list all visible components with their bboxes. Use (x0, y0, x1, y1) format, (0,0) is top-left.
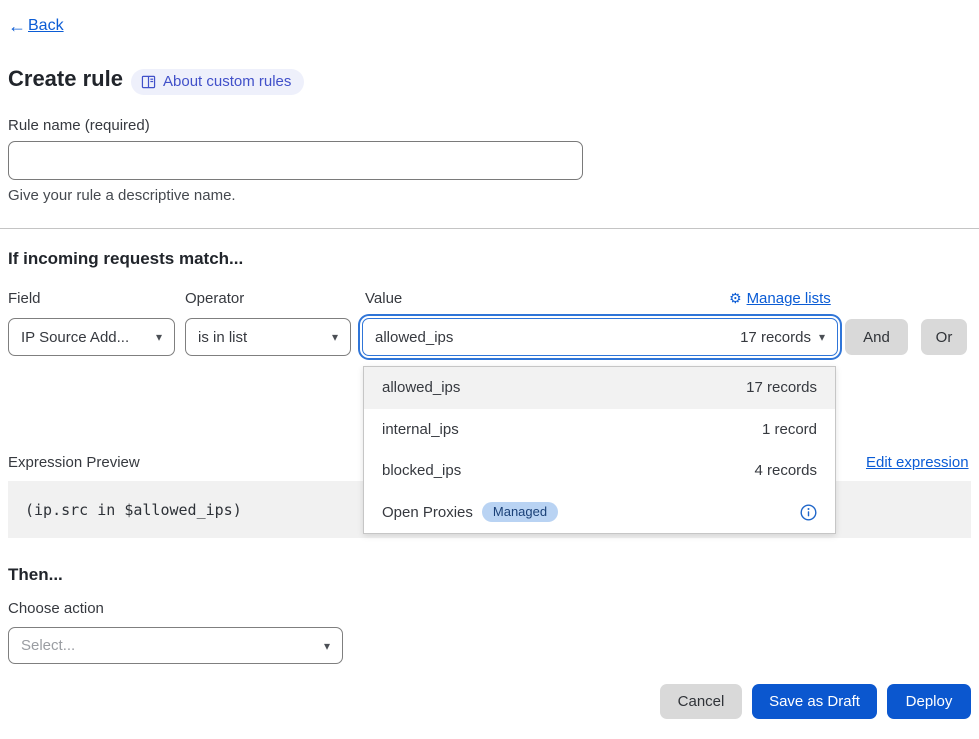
chevron-down-icon: ▾ (324, 639, 330, 653)
value-select-value: allowed_ips (375, 329, 453, 346)
deploy-button[interactable]: Deploy (887, 684, 971, 719)
list-item-open-proxies[interactable]: Open Proxies Managed (364, 492, 835, 534)
list-item-name: blocked_ips (382, 462, 461, 479)
section-divider (0, 228, 979, 229)
rule-name-input[interactable] (8, 141, 583, 180)
or-button[interactable]: Or (921, 319, 967, 355)
operator-label: Operator (185, 290, 244, 307)
list-item-blocked-ips[interactable]: blocked_ips 4 records (364, 450, 835, 492)
list-item-name: internal_ips (382, 421, 459, 438)
edit-expression-link[interactable]: Edit expression (866, 454, 969, 471)
choose-action-label: Choose action (8, 600, 104, 617)
list-item-allowed-ips[interactable]: allowed_ips 17 records (364, 367, 835, 409)
operator-select-value: is in list (198, 329, 247, 346)
save-as-draft-button[interactable]: Save as Draft (752, 684, 877, 719)
chevron-down-icon: ▾ (819, 330, 825, 344)
action-select[interactable]: Select... ▾ (8, 627, 343, 664)
list-item-count: 17 records (746, 379, 817, 396)
back-arrow-icon: ← (8, 17, 26, 35)
gear-icon: ⚙ (729, 290, 742, 307)
chevron-down-icon: ▾ (156, 330, 162, 344)
list-item-internal-ips[interactable]: internal_ips 1 record (364, 409, 835, 451)
then-section-heading: Then... (8, 565, 63, 585)
create-rule-page: ← Back Create rule About custom rules Ru… (0, 0, 979, 739)
list-item-name: allowed_ips (382, 379, 460, 396)
about-custom-rules-link[interactable]: About custom rules (131, 69, 304, 95)
list-item-count: 1 record (762, 421, 817, 438)
value-select[interactable]: allowed_ips 17 records ▾ (362, 318, 838, 356)
and-button[interactable]: And (845, 319, 908, 355)
rule-name-label: Rule name (required) (8, 117, 150, 134)
info-icon[interactable] (800, 504, 817, 521)
value-label: Value (365, 290, 402, 307)
list-item-count: 4 records (754, 462, 817, 479)
list-dropdown-panel: allowed_ips 17 records internal_ips 1 re… (363, 366, 836, 534)
expression-preview-label: Expression Preview (8, 454, 140, 471)
about-custom-rules-label: About custom rules (163, 73, 291, 90)
field-label: Field (8, 290, 41, 307)
operator-select[interactable]: is in list ▾ (185, 318, 351, 356)
rule-name-helper-text: Give your rule a descriptive name. (8, 187, 236, 204)
chevron-down-icon: ▾ (332, 330, 338, 344)
field-select-value: IP Source Add... (21, 329, 129, 346)
manage-lists-label[interactable]: Manage lists (747, 290, 831, 307)
value-record-count: 17 records (740, 329, 811, 346)
book-icon (141, 75, 156, 89)
match-section-heading: If incoming requests match... (8, 249, 243, 269)
page-title: Create rule (8, 66, 123, 92)
field-select[interactable]: IP Source Add... ▾ (8, 318, 175, 356)
action-select-placeholder: Select... (21, 637, 75, 654)
manage-lists-link[interactable]: ⚙ Manage lists (729, 290, 831, 307)
managed-badge: Managed (482, 502, 558, 522)
back-link[interactable]: ← Back (8, 17, 64, 35)
list-item-name: Open Proxies (382, 504, 473, 521)
back-link-label[interactable]: Back (28, 17, 64, 35)
expression-code: (ip.src in $allowed_ips) (25, 501, 242, 519)
cancel-button[interactable]: Cancel (660, 684, 742, 719)
